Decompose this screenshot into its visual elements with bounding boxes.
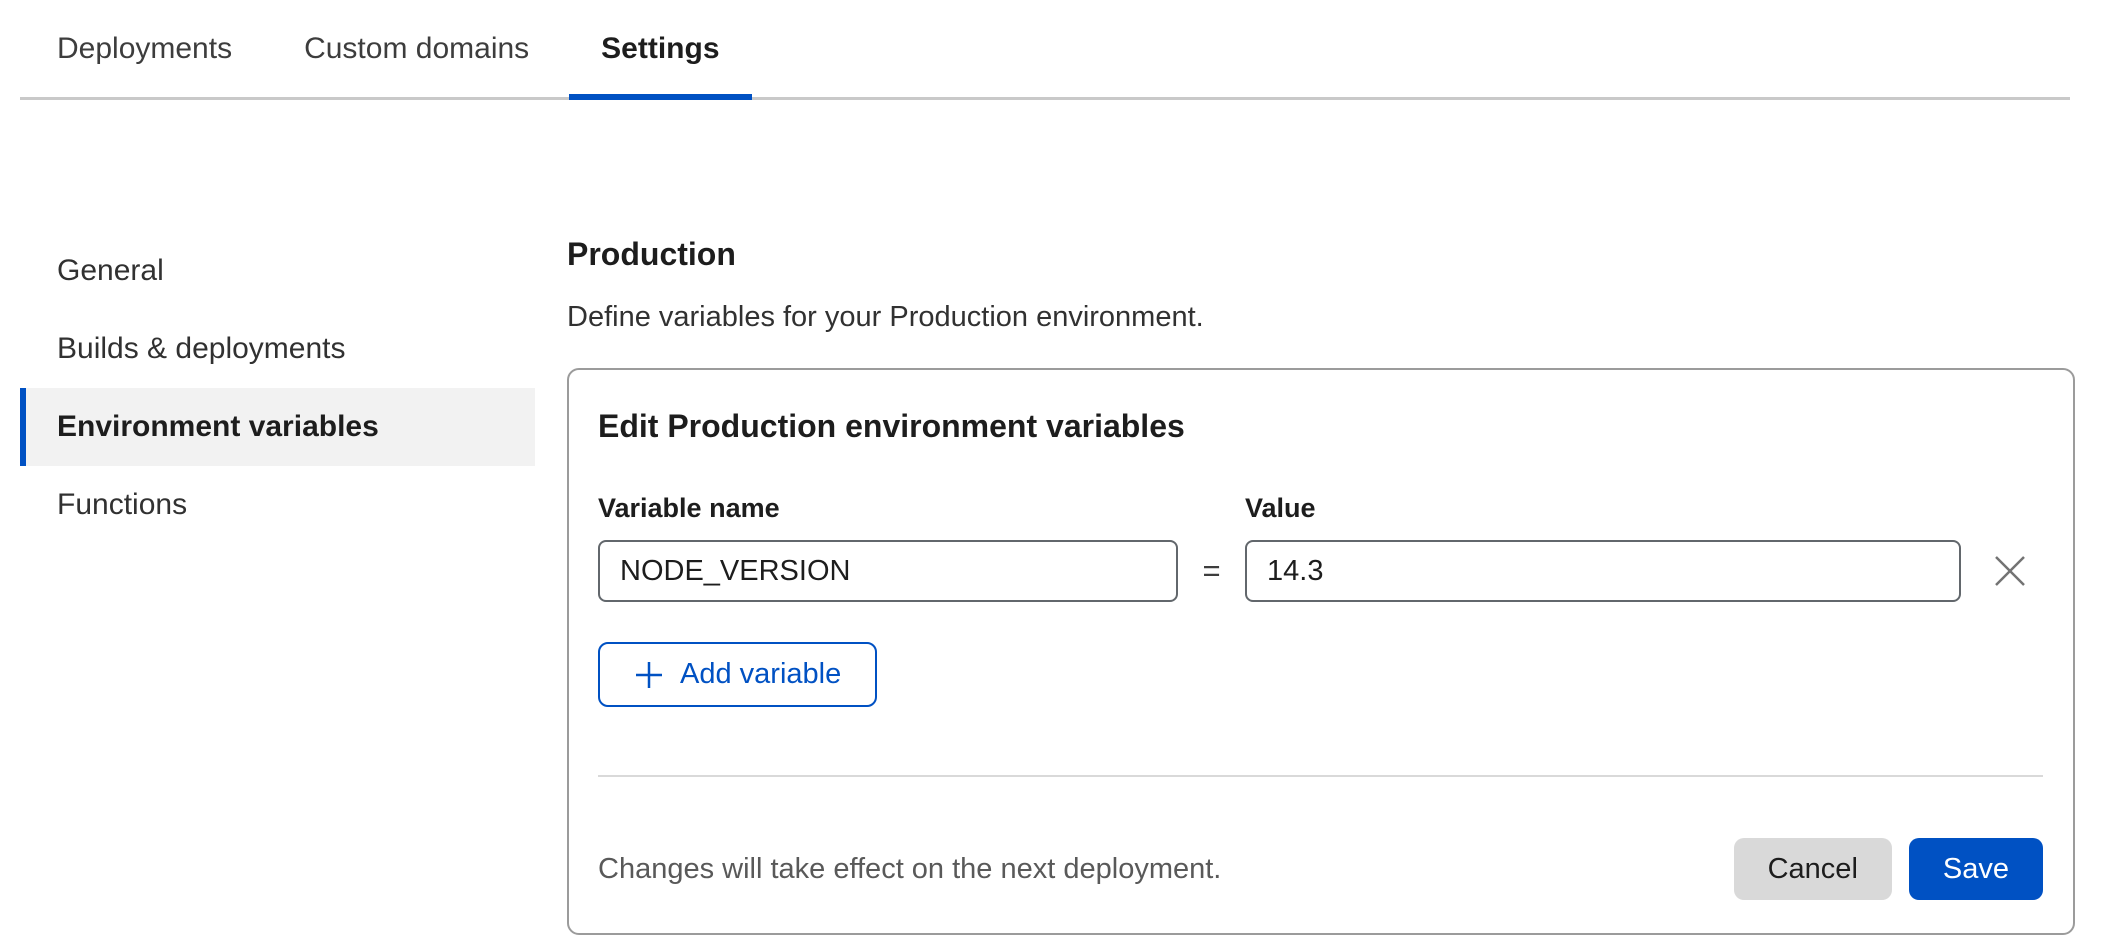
tab-custom-domains[interactable]: Custom domains	[272, 0, 561, 97]
plus-icon	[634, 660, 664, 690]
card-footer: Changes will take effect on the next dep…	[598, 838, 2043, 900]
tab-deployments[interactable]: Deployments	[25, 0, 264, 97]
add-variable-button[interactable]: Add variable	[598, 642, 877, 707]
sidebar-item-functions[interactable]: Functions	[20, 466, 535, 544]
variable-name-input[interactable]	[598, 540, 1178, 602]
card-divider	[598, 775, 2043, 777]
deployment-note: Changes will take effect on the next dep…	[598, 853, 1221, 886]
project-tabbar: Deployments Custom domains Settings	[20, 0, 2070, 100]
settings-content: General Builds & deployments Environment…	[0, 100, 2121, 935]
settings-sidebar: General Builds & deployments Environment…	[20, 232, 535, 544]
footer-actions: Cancel Save	[1734, 838, 2043, 900]
save-button[interactable]: Save	[1909, 838, 2043, 900]
sidebar-item-general[interactable]: General	[20, 232, 535, 310]
cancel-button[interactable]: Cancel	[1734, 838, 1892, 900]
close-icon	[1993, 554, 2027, 588]
sidebar-item-builds-deployments[interactable]: Builds & deployments	[20, 310, 535, 388]
sidebar-item-environment-variables[interactable]: Environment variables	[20, 388, 535, 466]
variable-name-label: Variable name	[598, 493, 1178, 524]
variable-row: Variable name Value =	[598, 493, 2043, 602]
edit-variables-card: Edit Production environment variables Va…	[567, 368, 2075, 935]
section-description: Define variables for your Production env…	[567, 298, 2075, 336]
equals-sign: =	[1178, 553, 1245, 589]
value-label: Value	[1245, 493, 1961, 524]
add-variable-label: Add variable	[680, 658, 841, 691]
variable-value-input[interactable]	[1245, 540, 1961, 602]
tab-settings[interactable]: Settings	[569, 0, 751, 97]
remove-variable-button[interactable]	[1987, 548, 2033, 594]
section-title: Production	[567, 234, 2075, 274]
card-title: Edit Production environment variables	[598, 406, 2043, 446]
environment-variables-panel: Production Define variables for your Pro…	[567, 100, 2075, 935]
